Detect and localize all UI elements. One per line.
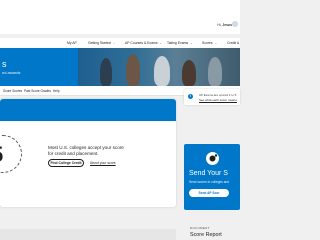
nav-item-courses-exams[interactable]: AP Courses & Exams ⌄ <box>125 41 162 45</box>
hero-photo <box>78 48 240 86</box>
about-your-score-link[interactable]: About your score <box>90 161 116 165</box>
score-report-title[interactable]: Score Report <box>190 232 222 238</box>
score-seal: 5 <box>0 135 22 173</box>
student-figure <box>126 54 140 86</box>
chevron-down-icon: ⌄ <box>159 41 163 45</box>
subnav-item-help[interactable]: Help <box>53 89 60 93</box>
nav-item-getting-started[interactable]: Getting Started ⌄ <box>88 41 115 45</box>
student-figure <box>100 58 112 86</box>
document-label: DOCUMENT <box>190 226 210 230</box>
subnav-item-past-scores[interactable]: Past Score Grades <box>24 89 51 93</box>
student-figure <box>154 56 170 86</box>
notice-text: AP Exams are scored 1 to 5. <box>199 93 238 97</box>
score-meaning-link[interactable]: See what each score means <box>199 98 237 102</box>
hero-subtitle: nd awards <box>2 70 21 75</box>
avatar[interactable] <box>232 21 238 27</box>
nav-item-scores[interactable]: Scores ⌄ <box>202 41 217 45</box>
send-ap-scores-button[interactable]: Send AP Scor <box>189 189 229 197</box>
greeting: Hi, Jesus <box>217 23 232 27</box>
nav-item-taking-exams[interactable]: Taking Exams ⌄ <box>167 41 193 45</box>
chevron-down-icon: ⌄ <box>112 41 116 45</box>
send-scores-card: Send Your S Send scores to colleges and … <box>184 144 240 210</box>
subnav-item-score-scores[interactable]: Score Scores <box>3 89 22 93</box>
top-bar: Hi, Jesus <box>0 0 240 34</box>
nav-item-my-ap[interactable]: My AP <box>67 41 77 45</box>
student-figure <box>182 60 196 86</box>
find-college-credit-button[interactable]: Find College Credit <box>48 159 84 167</box>
next-card-edge <box>0 229 176 240</box>
hero-banner: s nd awards <box>0 48 240 86</box>
main-nav: My AP Getting Started ⌄ AP Courses & Exam… <box>0 38 240 48</box>
send-scores-icon <box>209 154 218 162</box>
nav-item-credit[interactable]: Credit & <box>227 41 239 45</box>
student-figure <box>208 57 222 86</box>
send-scores-title: Send Your S <box>189 170 228 177</box>
score-card: 5 Most U.S. colleges accept your score f… <box>0 99 176 207</box>
score-message: Most U.S. colleges accept your score for… <box>48 145 124 156</box>
info-icon: i <box>188 94 193 99</box>
user-name: Jesus <box>222 23 232 27</box>
send-scores-subtitle: Send scores to colleges and <box>189 180 230 184</box>
score-card-header <box>0 99 176 121</box>
score-notice: i AP Exams are scored 1 to 5. See what e… <box>184 89 240 105</box>
send-icon <box>206 152 219 165</box>
hero-title: s <box>2 59 7 69</box>
chevron-down-icon: ⌄ <box>214 41 218 45</box>
score-number: 5 <box>0 142 3 168</box>
chevron-down-icon: ⌄ <box>190 41 193 45</box>
